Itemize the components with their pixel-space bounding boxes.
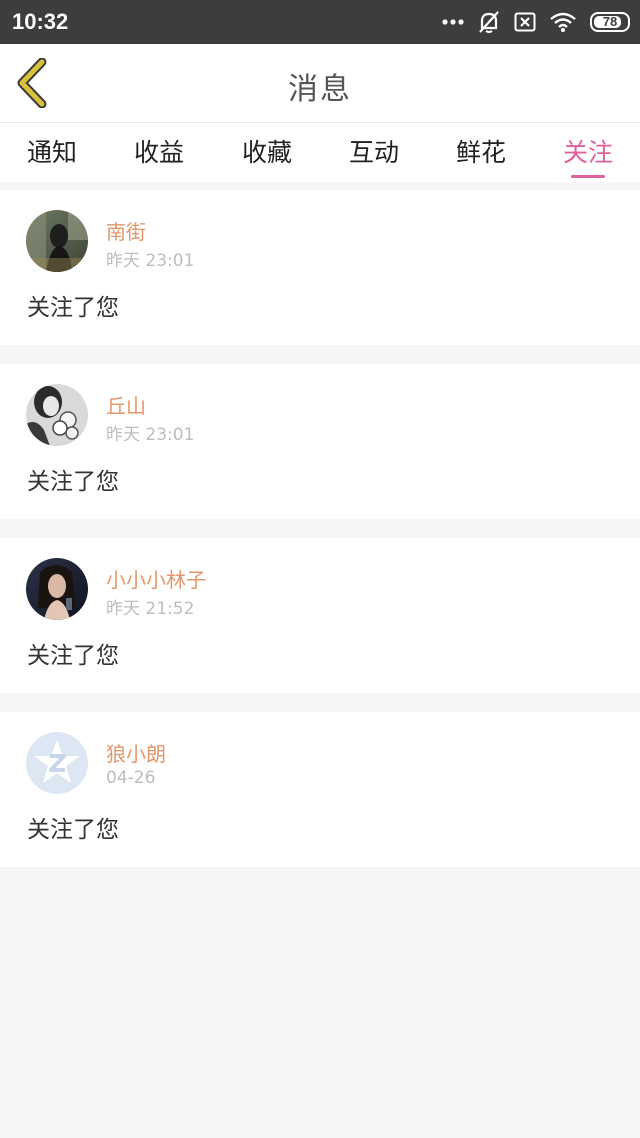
timestamp: 昨天 23:01 xyxy=(106,425,195,445)
timestamp: 04-26 xyxy=(106,768,156,788)
page-title: 消息 xyxy=(288,72,352,107)
avatar[interactable] xyxy=(26,732,88,794)
timestamp: 昨天 23:01 xyxy=(106,251,195,271)
active-tab-indicator xyxy=(571,175,605,178)
battery-indicator: 78 xyxy=(590,12,630,32)
user-name[interactable]: 狼小朗 xyxy=(106,738,166,767)
list-item[interactable]: 南街 昨天 23:01 关注了您 xyxy=(0,190,640,345)
more-dots-icon xyxy=(442,19,464,25)
list-item[interactable]: 小小小林子 昨天 21:52 关注了您 xyxy=(0,538,640,693)
avatar[interactable] xyxy=(26,210,88,272)
tab-flowers[interactable]: 鲜花 xyxy=(441,133,521,169)
notification-message: 关注了您 xyxy=(27,469,119,495)
notification-message: 关注了您 xyxy=(27,643,119,669)
avatar[interactable] xyxy=(26,384,88,446)
user-name[interactable]: 丘山 xyxy=(106,390,146,419)
nav-bar: 消息 xyxy=(0,44,640,122)
battery-level: 78 xyxy=(602,14,618,29)
tab-follows[interactable]: 关注 xyxy=(548,133,628,169)
timestamp: 昨天 21:52 xyxy=(106,599,195,619)
avatar[interactable] xyxy=(26,558,88,620)
list-item[interactable]: 狼小朗 04-26 关注了您 xyxy=(0,712,640,867)
status-bar: 10:32 78 xyxy=(0,0,640,44)
tab-notifications[interactable]: 通知 xyxy=(12,133,92,169)
tab-earnings[interactable]: 收益 xyxy=(119,133,199,169)
wifi-icon xyxy=(550,12,576,32)
status-icons: 78 xyxy=(442,8,630,36)
tab-bar: 通知 收益 收藏 互动 鲜花 关注 xyxy=(0,122,640,182)
user-name[interactable]: 小小小林子 xyxy=(106,564,206,593)
tab-interactions[interactable]: 互动 xyxy=(334,133,414,169)
status-time: 10:32 xyxy=(12,9,69,34)
notification-off-icon xyxy=(478,10,500,34)
list-item[interactable]: 丘山 昨天 23:01 关注了您 xyxy=(0,364,640,519)
tab-favorites[interactable]: 收藏 xyxy=(227,133,307,169)
notification-message: 关注了您 xyxy=(27,817,119,843)
sim-off-icon xyxy=(514,12,536,32)
notification-message: 关注了您 xyxy=(27,295,119,321)
user-name[interactable]: 南街 xyxy=(106,216,146,245)
